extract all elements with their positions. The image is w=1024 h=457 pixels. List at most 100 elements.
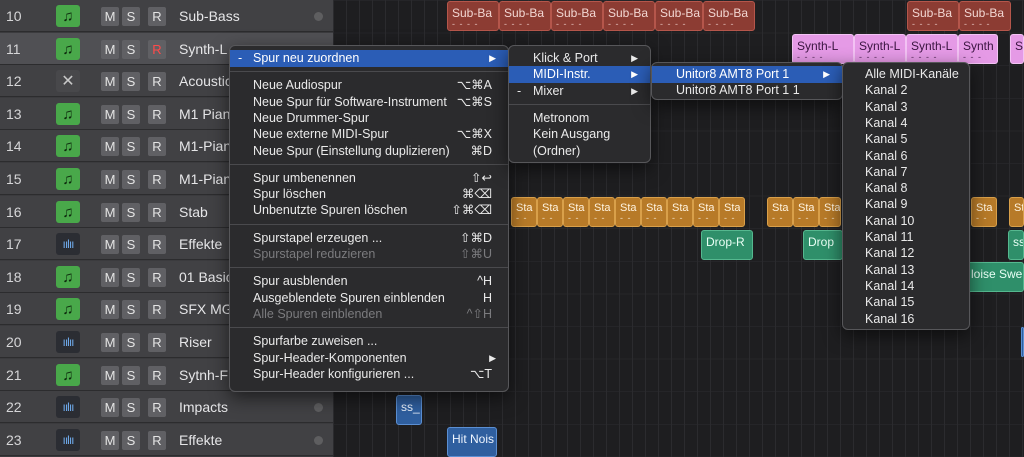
region-stab[interactable]: Sta - -: [641, 197, 667, 227]
menu-item-spur-header-konfigurieren[interactable]: Spur-Header konfigurieren ... ⌥T: [230, 366, 508, 383]
region-synth[interactable]: Synth-L - - - -: [792, 34, 854, 64]
region-sub-bass[interactable]: Sub-Ba - - - -: [907, 1, 959, 31]
track-header-10[interactable]: 10 ♫ M S R Sub-Bass: [0, 0, 333, 32]
mute-button[interactable]: M: [101, 398, 119, 417]
solo-button[interactable]: S: [122, 203, 140, 222]
menu-item-neue-audiospur[interactable]: Neue Audiospur ⌥⌘A: [230, 77, 508, 94]
menu-item-spur-neu-zuordnen[interactable]: - Spur neu zuordnen ▶: [230, 50, 508, 67]
region-hit-noise[interactable]: Hit Nois: [447, 427, 497, 457]
menu-item-metronom[interactable]: Metronom: [509, 110, 650, 127]
menu-item-unbenutzte-spuren-löschen[interactable]: Unbenutzte Spuren löschen ⇧⌘⌫: [230, 202, 508, 219]
note-icon[interactable]: ♫: [56, 38, 80, 60]
solo-button[interactable]: S: [122, 7, 140, 26]
track-name[interactable]: Effekte: [179, 228, 222, 260]
region-drop[interactable]: Drop: [803, 230, 843, 260]
menu-item-neue-spur-für-software-instrument[interactable]: Neue Spur für Software-Instrument ⌥⌘S: [230, 94, 508, 111]
region-synth[interactable]: Synth - - -: [958, 34, 998, 64]
track-header-23[interactable]: 23 ıılıı M S R Effekte: [0, 424, 333, 456]
mute-button[interactable]: M: [101, 7, 119, 26]
mute-button[interactable]: M: [101, 137, 119, 156]
solo-button[interactable]: S: [122, 105, 140, 124]
note-icon[interactable]: ♫: [56, 266, 80, 288]
waveform-icon[interactable]: ıılıı: [56, 331, 80, 353]
menu-item-unitor8-amt8-port-1-1[interactable]: Unitor8 AMT8 Port 1 1: [652, 82, 842, 99]
track-name[interactable]: Riser: [179, 326, 212, 358]
menu-item-alle-midi-kanäle[interactable]: Alle MIDI-Kanäle: [843, 66, 969, 83]
record-enable-button[interactable]: R: [148, 203, 166, 222]
menu-item-kanal-8[interactable]: Kanal 8: [843, 180, 969, 197]
menu-item-ordner[interactable]: (Ordner): [509, 143, 650, 160]
menu-item-kanal-16[interactable]: Kanal 16: [843, 311, 969, 328]
region-synth[interactable]: Synth-L - - - -: [854, 34, 906, 64]
waveform-icon[interactable]: ıılıı: [56, 429, 80, 451]
region-stab[interactable]: Sta - -: [511, 197, 537, 227]
menu-item-mixer[interactable]: - Mixer ▶: [509, 83, 650, 100]
menu-item-midi-instr[interactable]: MIDI-Instr. ▶: [509, 66, 650, 84]
menu-item-kein-ausgang[interactable]: Kein Ausgang: [509, 126, 650, 143]
menu-item-unitor8-amt8-port-1[interactable]: Unitor8 AMT8 Port 1 ▶: [652, 66, 842, 83]
region-noise-sweep[interactable]: loise Swe: [966, 262, 1024, 292]
region-sub-bass[interactable]: Sub-Ba - - - -: [959, 1, 1011, 31]
region-stab[interactable]: Sta - -: [589, 197, 615, 227]
region-sub-bass[interactable]: Sub-Ba - - - -: [603, 1, 655, 31]
note-icon[interactable]: ♫: [56, 168, 80, 190]
note-icon[interactable]: ♫: [56, 298, 80, 320]
record-enable-button[interactable]: R: [148, 40, 166, 59]
track-name[interactable]: Sub-Bass: [179, 0, 240, 32]
region-sub-bass[interactable]: Sub-Ba - - - -: [551, 1, 603, 31]
menu-item-kanal-15[interactable]: Kanal 15: [843, 294, 969, 311]
solo-button[interactable]: S: [122, 40, 140, 59]
region-sub-bass[interactable]: Sub-Ba - - - -: [447, 1, 499, 31]
menu-item-kanal-3[interactable]: Kanal 3: [843, 99, 969, 116]
mute-button[interactable]: M: [101, 40, 119, 59]
track-name[interactable]: Sytnh-F: [179, 359, 228, 391]
menu-item-kanal-4[interactable]: Kanal 4: [843, 115, 969, 132]
region-stab[interactable]: Sta - -: [793, 197, 819, 227]
region-synth[interactable]: Synth-L - - - -: [906, 34, 958, 64]
note-icon[interactable]: ♫: [56, 364, 80, 386]
solo-button[interactable]: S: [122, 268, 140, 287]
region-sub-bass[interactable]: Sub-Ba - - - -: [703, 1, 755, 31]
menu-item-spur-umbenennen[interactable]: Spur umbenennen ⇧↩: [230, 170, 508, 187]
record-enable-button[interactable]: R: [148, 170, 166, 189]
menu-item-spur-header-komponenten[interactable]: Spur-Header-Komponenten ▶: [230, 350, 508, 367]
region-sub-bass[interactable]: Sub-Ba - - - -: [655, 1, 703, 31]
track-name[interactable]: Synth-L: [179, 33, 227, 65]
region-sub-bass[interactable]: Sub-Ba - - - -: [499, 1, 551, 31]
waveform-icon[interactable]: ıılıı: [56, 396, 80, 418]
menu-item-kanal-10[interactable]: Kanal 10: [843, 213, 969, 230]
region-impact[interactable]: ss_: [396, 395, 422, 425]
menu-item-kanal-2[interactable]: Kanal 2: [843, 82, 969, 99]
solo-button[interactable]: S: [122, 72, 140, 91]
mute-button[interactable]: M: [101, 203, 119, 222]
solo-button[interactable]: S: [122, 398, 140, 417]
record-enable-button[interactable]: R: [148, 7, 166, 26]
solo-button[interactable]: S: [122, 170, 140, 189]
menu-item-neue-drummer-spur[interactable]: Neue Drummer-Spur: [230, 110, 508, 127]
mute-button[interactable]: M: [101, 235, 119, 254]
region-stab[interactable]: Sta - -: [563, 197, 589, 227]
region-stab[interactable]: Sta: [1009, 197, 1024, 227]
mute-button[interactable]: M: [101, 333, 119, 352]
record-enable-button[interactable]: R: [148, 300, 166, 319]
track-name[interactable]: 01 Basic: [179, 261, 233, 293]
record-enable-button[interactable]: R: [148, 105, 166, 124]
menu-item-kanal-5[interactable]: Kanal 5: [843, 131, 969, 148]
record-enable-button[interactable]: R: [148, 235, 166, 254]
record-enable-button[interactable]: R: [148, 366, 166, 385]
region-stab[interactable]: Sta - -: [537, 197, 563, 227]
track-header-22[interactable]: 22 ıılıı M S R Impacts: [0, 391, 333, 423]
solo-button[interactable]: S: [122, 300, 140, 319]
solo-button[interactable]: S: [122, 333, 140, 352]
menu-item-kanal-14[interactable]: Kanal 14: [843, 278, 969, 295]
menu-item-kanal-6[interactable]: Kanal 6: [843, 148, 969, 165]
menu-item-kanal-13[interactable]: Kanal 13: [843, 262, 969, 279]
menu-item-kanal-7[interactable]: Kanal 7: [843, 164, 969, 181]
menu-item-kanal-12[interactable]: Kanal 12: [843, 245, 969, 262]
region-stab[interactable]: Sta - -: [767, 197, 793, 227]
record-enable-button[interactable]: R: [148, 431, 166, 450]
menu-item-kanal-11[interactable]: Kanal 11: [843, 229, 969, 246]
track-name[interactable]: Impacts: [179, 391, 228, 423]
mute-button[interactable]: M: [101, 72, 119, 91]
record-enable-button[interactable]: R: [148, 398, 166, 417]
